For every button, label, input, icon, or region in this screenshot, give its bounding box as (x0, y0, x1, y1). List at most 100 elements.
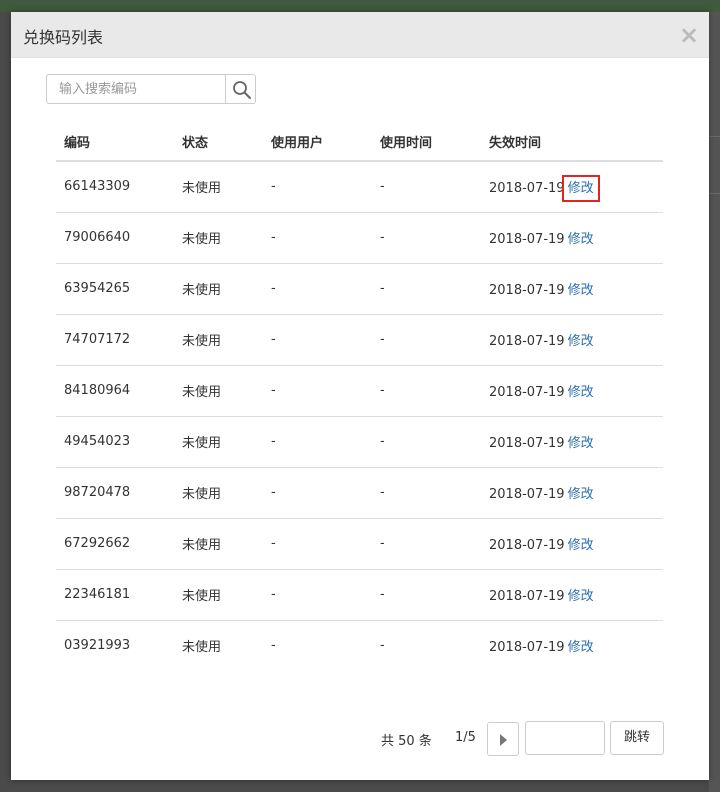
expiry-cell: 2018-07-19 修改 (481, 518, 663, 570)
table-row: 03921993 未使用 - - 2018-07-19 修改 (56, 620, 663, 671)
column-header-used-time: 使用时间 (372, 122, 481, 162)
expiry-date: 2018-07-19 (489, 436, 565, 451)
expiry-date: 2018-07-19 (489, 589, 565, 604)
expiry-date: 2018-07-19 (489, 487, 565, 502)
used-time-cell: - (372, 263, 481, 315)
redeem-code-table: 编码 状态 使用用户 使用时间 失效时间 66143309 未使用 - -2018-0… (56, 122, 663, 671)
code-cell: 74707172 (56, 314, 174, 366)
expiry-date: 2018-07-19 (489, 232, 565, 247)
search-icon (233, 81, 251, 99)
table-row: 79006640 未使用 - -2018-07-19 修改 (56, 212, 663, 264)
user-cell: - (263, 263, 372, 315)
page-indicator: 1/5 (455, 730, 476, 745)
expiry-cell: 2018-07-19 修改 (481, 314, 663, 366)
used-time-cell: - (372, 161, 481, 213)
modal-header: 兑换码列表 × (11, 12, 709, 58)
jump-page-input[interactable] (525, 721, 605, 755)
background-divider (709, 136, 720, 137)
user-cell: - (263, 569, 372, 621)
edit-link[interactable]: 修改 (568, 334, 594, 349)
used-time-cell: - (372, 365, 481, 417)
redeem-code-modal: 兑换码列表 × 编码 状态 使用用户 使用时间 失效时间 66143309未使用… (11, 12, 709, 780)
status-cell: 未使用 (174, 467, 263, 519)
search-button[interactable] (225, 74, 256, 104)
table-row: 22346181 未使用 - -2018-07-19 修改 (56, 569, 663, 621)
code-cell: 84180964 (56, 365, 174, 417)
next-page-button[interactable] (487, 722, 519, 756)
edit-link[interactable]: 修改 (568, 232, 594, 247)
expiry-date: 2018-07-19 (489, 283, 565, 298)
expiry-date: 2018-07-19 (489, 181, 565, 197)
code-cell: 03921993 (64, 638, 131, 654)
search-input[interactable] (46, 74, 226, 104)
status-cell: 未使用 (182, 640, 222, 656)
column-header-code: 编码 (56, 122, 174, 162)
user-cell: - (263, 467, 372, 519)
user-cell: - (263, 314, 372, 366)
expiry-date: 2018-07-19 (489, 640, 565, 656)
used-time-cell: - (372, 212, 481, 264)
status-cell: 未使用 (174, 263, 263, 315)
modal-title: 兑换码列表 (23, 28, 104, 47)
used-time-cell: - (372, 518, 481, 570)
used-time-cell: - (380, 638, 385, 654)
code-cell: 49454023 (56, 416, 174, 468)
code-cell: 98720478 (56, 467, 174, 519)
user-cell: - (263, 365, 372, 417)
used-time-cell: - (372, 569, 481, 621)
used-time-cell: - (372, 467, 481, 519)
code-cell: 66143309 (56, 161, 174, 213)
expiry-cell: 2018-07-19 修改 (481, 365, 663, 417)
table-row: 74707172 未使用 - -2018-07-19 修改 (56, 314, 663, 366)
expiry-cell: 2018-07-19 修改 (481, 212, 663, 264)
expiry-cell: 2018-07-19 修改 (481, 161, 663, 213)
expiry-cell: 2018-07-19 修改 (481, 263, 663, 315)
next-page-icon (500, 734, 507, 746)
code-cell: 79006640 (56, 212, 174, 264)
table-row: 63954265 未使用 - -2018-07-19 修改 (56, 263, 663, 315)
edit-link[interactable]: 修改 (568, 487, 594, 502)
edit-link[interactable]: 修改 (568, 589, 594, 604)
user-cell: - (271, 638, 276, 654)
table-row: 84180964 未使用 - -2018-07-19 修改 (56, 365, 663, 417)
edit-link[interactable]: 修改 (568, 436, 594, 451)
expiry-cell: 2018-07-19 修改 (481, 416, 663, 468)
expiry-cell: 2018-07-19 修改 (481, 467, 663, 519)
table-row: 66143309 未使用 - -2018-07-19 修改 (56, 161, 663, 213)
status-cell: 未使用 (174, 212, 263, 264)
jump-button[interactable]: 跳转 (610, 721, 664, 755)
table-row: 49454023 未使用 - -2018-07-19 修改 (56, 416, 663, 468)
expiry-cell: 2018-07-19 修改 (481, 620, 663, 671)
edit-link[interactable]: 修改 (568, 640, 594, 655)
used-time-cell: - (372, 416, 481, 468)
background-divider (709, 193, 720, 194)
background-page-header (0, 0, 720, 12)
expiry-date: 2018-07-19 (489, 334, 565, 349)
edit-link[interactable]: 修改 (568, 385, 594, 400)
column-header-expiry: 失效时间 (481, 122, 663, 162)
status-cell: 未使用 (174, 365, 263, 417)
expiry-date: 2018-07-19 (489, 538, 565, 553)
edit-link[interactable]: 修改 (568, 538, 594, 553)
user-cell: - (263, 416, 372, 468)
column-header-status: 状态 (174, 122, 263, 162)
status-cell: 未使用 (174, 161, 263, 213)
used-time-cell: - (372, 314, 481, 366)
user-cell: - (263, 518, 372, 570)
search-bar (46, 74, 256, 104)
expiry-cell: 2018-07-19 修改 (481, 569, 663, 621)
table-row: 98720478 未使用 - -2018-07-19 修改 (56, 467, 663, 519)
edit-link[interactable]: 修改 (561, 175, 600, 203)
table-row: 67292662 未使用 - -2018-07-19 修改 (56, 518, 663, 570)
user-cell: - (263, 212, 372, 264)
status-cell: 未使用 (174, 314, 263, 366)
status-cell: 未使用 (174, 518, 263, 570)
table-header-row: 编码 状态 使用用户 使用时间 失效时间 (56, 122, 663, 162)
code-cell: 22346181 (56, 569, 174, 621)
total-count: 共 50 条 (381, 734, 432, 749)
user-cell: - (263, 161, 372, 213)
close-icon[interactable]: × (679, 23, 699, 47)
status-cell: 未使用 (174, 416, 263, 468)
expiry-date: 2018-07-19 (489, 385, 565, 400)
edit-link[interactable]: 修改 (568, 283, 594, 298)
